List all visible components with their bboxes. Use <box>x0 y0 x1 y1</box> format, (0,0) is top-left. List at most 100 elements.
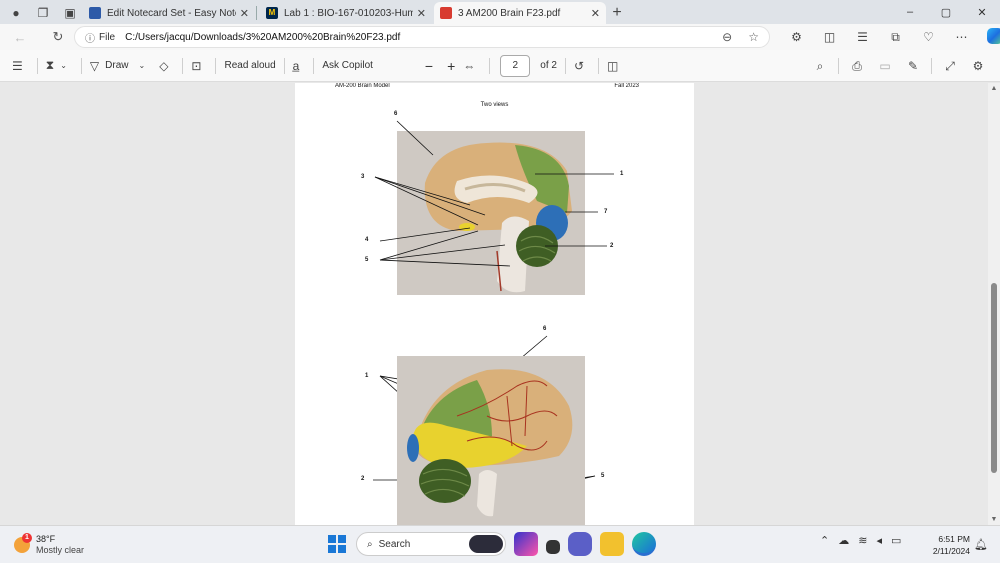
tab-actions-icon[interactable]: ▣ <box>59 2 81 24</box>
ask-copilot-button[interactable]: Ask Copilot <box>318 54 377 78</box>
fullscreen-icon[interactable]: ⤢ <box>936 59 964 74</box>
save-icon[interactable]: ▭ <box>871 59 899 73</box>
save-as-icon[interactable]: ✎ <box>899 59 927 73</box>
refresh-button[interactable]: ↻ <box>44 25 72 49</box>
weather-desc: Mostly clear <box>36 545 85 555</box>
collections-icon[interactable]: ⧉ <box>879 30 912 45</box>
copilot-app-icon[interactable] <box>514 532 538 556</box>
zoom-in-button[interactable]: + <box>443 54 459 78</box>
volume-icon[interactable]: ◂ <box>876 534 882 547</box>
label-3: 3 <box>361 174 365 180</box>
tab-lab1[interactable]: M Lab 1 : BIO-167-010203-Human Anatomy ✕ <box>260 2 432 24</box>
scroll-down-arrow-icon[interactable]: ▼ <box>988 516 1000 523</box>
ask-copilot-label: Ask Copilot <box>322 60 373 71</box>
divider <box>283 57 285 74</box>
chevron-down-icon[interactable]: ⌄ <box>138 61 145 70</box>
page-view-button[interactable]: ◫ <box>603 54 628 78</box>
chevron-down-icon[interactable]: ⌄ <box>60 61 67 70</box>
address-bar-row: ← ↻ ⓘ File C:/Users/jacqu/Downloads/3%20… <box>0 24 1000 50</box>
task-view-icon[interactable] <box>546 540 560 554</box>
workspaces-icon[interactable]: ❐ <box>32 2 54 24</box>
tab-title: 3 AM200 Brain F23.pdf <box>458 7 561 19</box>
divider <box>313 57 315 74</box>
draw-label: Draw <box>105 60 129 71</box>
url-field[interactable]: ⓘ File C:/Users/jacqu/Downloads/3%20AM20… <box>74 26 770 48</box>
eraser-icon: ◇ <box>159 58 169 73</box>
tab-easy-notecards[interactable]: Edit Notecard Set - Easy Notecards ✕ <box>83 2 255 24</box>
notifications-bell-icon[interactable]: 🔔︎ <box>974 538 988 551</box>
scrollbar-thumb[interactable] <box>991 283 997 473</box>
restore-button[interactable]: ▢ <box>928 0 964 24</box>
page-number-input[interactable]: 2 <box>500 54 531 77</box>
highlight-button[interactable]: ⧗ ⌄ <box>42 54 77 78</box>
new-tab-button[interactable]: + <box>606 2 628 24</box>
favorite-star-icon[interactable]: ☆ <box>748 30 759 44</box>
draw-button[interactable]: ▽ Draw ⌄ <box>86 54 155 78</box>
close-tab-icon[interactable]: ✕ <box>417 7 426 20</box>
minimize-button[interactable]: – <box>892 0 928 24</box>
close-tab-icon[interactable]: ✕ <box>591 7 600 20</box>
page-total-label: of 2 <box>540 60 557 71</box>
copilot-icon[interactable] <box>978 27 1000 47</box>
url-text[interactable]: C:/Users/jacqu/Downloads/3%20AM200%20Bra… <box>125 32 400 43</box>
search-icon: ⌕ <box>367 538 373 550</box>
translate-button[interactable]: a̲ <box>289 54 310 78</box>
read-aloud-button[interactable]: Read aloud <box>220 54 279 78</box>
contents-button[interactable]: ☰ <box>8 54 33 78</box>
split-screen-icon[interactable]: ◫ <box>813 30 846 44</box>
start-button[interactable] <box>328 535 346 553</box>
teams-app-icon[interactable] <box>568 532 592 556</box>
close-tab-icon[interactable]: ✕ <box>240 7 249 20</box>
label-2: 2 <box>610 243 614 249</box>
close-window-button[interactable]: ✕ <box>964 0 1000 24</box>
brain-lateral-photo <box>397 356 585 525</box>
erase-button[interactable]: ◇ <box>155 54 178 78</box>
zoom-out-button[interactable]: − <box>421 54 437 78</box>
file-explorer-icon[interactable] <box>600 532 624 556</box>
divider <box>598 57 600 74</box>
onedrive-cloud-icon[interactable]: ☁ <box>838 534 849 547</box>
label-6: 6 <box>394 111 398 117</box>
print-icon[interactable]: ⎙ <box>843 59 871 74</box>
read-aloud-label: Read aloud <box>224 60 276 71</box>
browser-essentials-icon[interactable]: ♡ <box>912 30 945 44</box>
system-clock[interactable]: 6:51 PM 2/11/2024 <box>918 533 970 557</box>
back-button[interactable]: ← <box>6 25 34 49</box>
fit-width-icon: ⇔ <box>463 58 476 73</box>
tab-brain-pdf[interactable]: 3 AM200 Brain F23.pdf ✕ <box>434 2 606 24</box>
clock-date: 2/11/2024 <box>932 546 970 556</box>
divider <box>80 57 82 74</box>
page-view-icon: ◫ <box>607 58 619 73</box>
fit-page-button[interactable]: ⇔ <box>459 54 485 78</box>
favorites-icon[interactable]: ☰ <box>846 30 879 44</box>
add-text-button[interactable]: ⊡ <box>187 54 211 78</box>
more-menu-icon[interactable]: ⋯ <box>945 30 978 44</box>
settings-gear-icon[interactable]: ⚙ <box>964 59 992 73</box>
find-icon[interactable]: ⌕ <box>806 59 834 74</box>
profile-icon[interactable]: ● <box>5 2 27 24</box>
edge-app-icon[interactable] <box>632 532 656 556</box>
zoom-icon[interactable]: ⊖ <box>722 30 732 44</box>
show-hidden-icons-chevron-icon[interactable]: ⌃ <box>820 534 829 547</box>
text-box-icon: ⊡ <box>191 58 202 73</box>
battery-icon[interactable]: ▭ <box>891 534 901 547</box>
label-1-view2: 1 <box>365 373 369 379</box>
weather-widget[interactable]: 1 38°F Mostly clear <box>14 533 85 556</box>
translate-icon: a̲ <box>292 58 300 73</box>
label-5: 5 <box>365 257 369 263</box>
tab-bar: ● ❐ ▣ Edit Notecard Set - Easy Notecards… <box>0 0 1000 24</box>
vertical-scrollbar[interactable]: ▲ ▼ <box>988 83 1000 525</box>
taskbar-search[interactable]: ⌕ Search <box>356 532 506 556</box>
divider <box>838 58 839 74</box>
divider <box>182 57 184 74</box>
label-5-view2: 5 <box>601 473 605 479</box>
wifi-icon[interactable]: ≋ <box>858 534 867 547</box>
rotate-button[interactable]: ↺ <box>570 54 594 78</box>
info-icon[interactable]: ⓘ <box>85 30 95 45</box>
extensions-icon[interactable]: ⚙ <box>780 30 813 44</box>
pdf-viewer[interactable]: AM-200 Brain Model Fall 2023 Two views 6… <box>0 83 988 525</box>
pdf-toolbar: ☰ ⧗ ⌄ ▽ Draw ⌄ ◇ ⊡ Read aloud a̲ Ask Copilo… <box>0 50 1000 82</box>
scroll-up-arrow-icon[interactable]: ▲ <box>988 85 1000 92</box>
tab-title: Lab 1 : BIO-167-010203-Human Anatomy <box>284 7 413 19</box>
divider <box>215 57 217 74</box>
